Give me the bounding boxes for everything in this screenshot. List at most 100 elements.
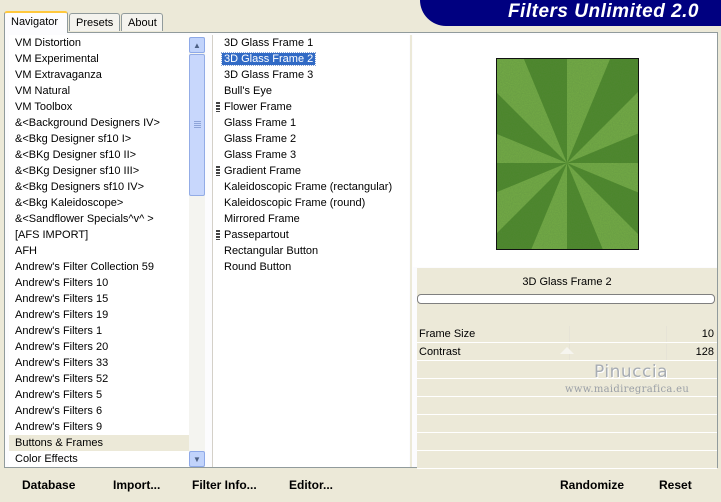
grip-line xyxy=(194,125,201,126)
category-item[interactable]: Andrew's Filters 6 xyxy=(9,403,205,419)
category-item[interactable]: Andrew's Filter Collection 59 xyxy=(9,259,205,275)
filter-item[interactable]: Round Button xyxy=(213,259,409,275)
category-item[interactable]: &<Bkg Designer sf10 I> xyxy=(9,131,205,147)
category-item[interactable]: &<Background Designers IV> xyxy=(9,115,205,131)
filter-item[interactable]: 3D Glass Frame 3 xyxy=(213,67,409,83)
slider-contrast[interactable]: Contrast 128 xyxy=(417,344,717,361)
slider-pointer[interactable] xyxy=(560,347,574,354)
filter-item-label: Bull's Eye xyxy=(224,85,272,97)
filter-item[interactable]: Mirrored Frame xyxy=(213,211,409,227)
category-item[interactable]: VM Extravaganza xyxy=(9,67,205,83)
filter-item-label: Round Button xyxy=(224,261,292,273)
filter-item-label: 3D Glass Frame 1 xyxy=(224,37,314,49)
filter-item[interactable]: Rectangular Button xyxy=(213,243,409,259)
title-banner: Filters Unlimited 2.0 xyxy=(420,0,721,26)
category-item[interactable]: Buttons & Frames xyxy=(9,435,205,451)
filter-item[interactable]: Kaleidoscopic Frame (round) xyxy=(213,195,409,211)
tab-about[interactable]: About xyxy=(121,13,163,31)
category-item[interactable]: &<Bkg Kaleidoscope> xyxy=(9,195,205,211)
category-item[interactable]: VM Natural xyxy=(9,83,205,99)
tab-presets[interactable]: Presets xyxy=(69,13,120,31)
watermark-name: Pinuccia xyxy=(594,362,668,382)
preview-image xyxy=(496,58,639,250)
database-button[interactable]: Database xyxy=(22,476,75,494)
category-item[interactable]: AFH xyxy=(9,243,205,259)
grip-line xyxy=(194,121,201,122)
filter-marker-icon xyxy=(216,230,220,240)
category-item[interactable]: Andrew's Filters 52 xyxy=(9,371,205,387)
editor-button[interactable]: Editor... xyxy=(289,476,333,494)
slider-label: Frame Size xyxy=(419,328,476,340)
tab-navigator[interactable]: Navigator xyxy=(4,11,68,33)
slider-value: 10 xyxy=(701,328,714,340)
filter-item-label: 3D Glass Frame 2 xyxy=(220,52,317,66)
filter-item[interactable]: Glass Frame 2 xyxy=(213,131,409,147)
filter-item-label: Glass Frame 1 xyxy=(224,117,297,129)
category-item[interactable]: &<Bkg Designers sf10 IV> xyxy=(9,179,205,195)
splitter[interactable] xyxy=(410,35,412,467)
category-item[interactable]: [AFS IMPORT] xyxy=(9,227,205,243)
filter-item-label: Rectangular Button xyxy=(224,245,319,257)
filter-item-label: Gradient Frame xyxy=(224,165,302,177)
slider-empty xyxy=(417,362,717,379)
slider-label: Contrast xyxy=(419,346,461,358)
filter-marker-icon xyxy=(216,166,220,176)
scroll-down-button[interactable]: ▼ xyxy=(189,451,205,467)
import-button[interactable]: Import... xyxy=(113,476,160,494)
filter-item-label: 3D Glass Frame 3 xyxy=(224,69,314,81)
filter-item-label: Kaleidoscopic Frame (round) xyxy=(224,197,366,209)
filter-item[interactable]: Gradient Frame xyxy=(213,163,409,179)
filter-item-label: Passepartout xyxy=(224,229,289,241)
category-scrollbar[interactable]: ▲ ▼ xyxy=(189,37,205,467)
watermark-url: www.maidiregrafica.eu xyxy=(565,384,690,395)
scroll-thumb[interactable] xyxy=(189,54,205,196)
slider-track xyxy=(473,344,717,360)
slider-value: 128 xyxy=(695,346,714,358)
slider-empty xyxy=(417,452,717,469)
filter-marker-icon xyxy=(216,102,220,112)
scroll-up-button[interactable]: ▲ xyxy=(189,37,205,53)
filter-item[interactable]: Bull's Eye xyxy=(213,83,409,99)
selected-filter-name: 3D Glass Frame 2 xyxy=(522,276,612,288)
slider-track xyxy=(473,326,717,342)
category-item[interactable]: VM Experimental xyxy=(9,51,205,67)
category-item[interactable]: Andrew's Filters 10 xyxy=(9,275,205,291)
filter-item[interactable]: Flower Frame xyxy=(213,99,409,115)
kaleidoscope-preview-graphic xyxy=(497,59,638,249)
category-item[interactable]: Andrew's Filters 9 xyxy=(9,419,205,435)
slider-empty xyxy=(417,416,717,433)
slider-empty xyxy=(417,398,717,415)
category-item[interactable]: Andrew's Filters 33 xyxy=(9,355,205,371)
filter-item[interactable]: Passepartout xyxy=(213,227,409,243)
category-item[interactable]: Andrew's Filters 20 xyxy=(9,339,205,355)
reset-button[interactable]: Reset xyxy=(659,476,692,494)
filter-item[interactable]: Glass Frame 1 xyxy=(213,115,409,131)
filter-item[interactable]: Glass Frame 3 xyxy=(213,147,409,163)
button-bar: Database Import... Filter Info... Editor… xyxy=(0,476,721,494)
filter-list[interactable]: 3D Glass Frame 1 3D Glass Frame 2 3D Glass… xyxy=(212,35,409,467)
filter-item-label: Glass Frame 2 xyxy=(224,133,297,145)
category-list[interactable]: VM Distortion VM Experimental VM Extravaga… xyxy=(9,35,205,467)
filter-item[interactable]: 3D Glass Frame 2 xyxy=(213,51,409,67)
category-item[interactable]: Color Effects xyxy=(9,451,205,467)
slider-frame-size[interactable]: Frame Size 10 xyxy=(417,326,717,343)
render-progress-bar xyxy=(417,294,715,304)
filter-item[interactable]: Kaleidoscopic Frame (rectangular) xyxy=(213,179,409,195)
category-item[interactable]: Andrew's Filters 1 xyxy=(9,323,205,339)
chevron-down-icon: ▼ xyxy=(193,454,201,464)
grip-line xyxy=(194,123,201,124)
category-item[interactable]: VM Distortion xyxy=(9,35,205,51)
slider-empty xyxy=(417,434,717,451)
category-item[interactable]: &<Sandflower Specials^v^ > xyxy=(9,211,205,227)
category-item[interactable]: &<BKg Designer sf10 III> xyxy=(9,163,205,179)
category-item[interactable]: Andrew's Filters 5 xyxy=(9,387,205,403)
filter-item-label: Mirrored Frame xyxy=(224,213,300,225)
category-item[interactable]: VM Toolbox xyxy=(9,99,205,115)
randomize-button[interactable]: Randomize xyxy=(560,476,624,494)
filter-item[interactable]: 3D Glass Frame 1 xyxy=(213,35,409,51)
category-item[interactable]: &<BKg Designer sf10 II> xyxy=(9,147,205,163)
category-item[interactable]: Andrew's Filters 15 xyxy=(9,291,205,307)
category-item[interactable]: Andrew's Filters 19 xyxy=(9,307,205,323)
filter-item-label: Flower Frame xyxy=(224,101,292,113)
filter-info-button[interactable]: Filter Info... xyxy=(192,476,257,494)
